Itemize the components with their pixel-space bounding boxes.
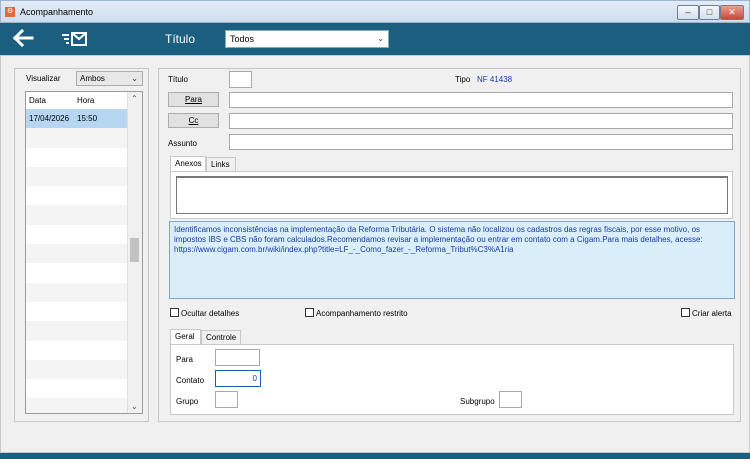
- titulo-filter-select[interactable]: Todos ⌄: [225, 30, 389, 48]
- cell-hora: 15:50: [77, 114, 98, 123]
- toolbar: Título Todos ⌄: [0, 23, 750, 55]
- detail-panel: Título Tipo NF 41438 Para Cc Assunto Ane…: [158, 68, 741, 422]
- acompanhamento-restrito-checkbox[interactable]: Acompanhamento restrito: [305, 308, 408, 319]
- window-titlebar: ⚙ Acompanhamento – □ ✕: [0, 0, 750, 23]
- close-button[interactable]: ✕: [720, 5, 744, 20]
- table-row[interactable]: [26, 359, 128, 380]
- table-row[interactable]: [26, 321, 128, 341]
- titulo-label: Título: [168, 75, 189, 84]
- acompanhamento-restrito-label: Acompanhamento restrito: [316, 309, 408, 318]
- chevron-down-icon[interactable]: ⌄: [131, 402, 138, 411]
- contato-field[interactable]: 0: [215, 370, 261, 387]
- minimize-button[interactable]: –: [677, 5, 699, 20]
- chevron-up-icon[interactable]: ⌃: [131, 94, 138, 103]
- assunto-field[interactable]: [229, 134, 733, 150]
- para-code-field[interactable]: [215, 349, 260, 366]
- table-row[interactable]: [26, 302, 128, 321]
- checkbox-box[interactable]: [170, 308, 179, 317]
- visualizar-value: Ambos: [80, 74, 105, 83]
- table-row[interactable]: [26, 263, 128, 282]
- criar-alerta-checkbox[interactable]: Criar alerta: [681, 308, 732, 319]
- maximize-button[interactable]: □: [699, 5, 720, 20]
- titulo-filter-label: Título: [165, 32, 196, 46]
- table-row[interactable]: [26, 205, 128, 225]
- titulo-filter-value: Todos: [230, 34, 255, 44]
- checkbox-box[interactable]: [681, 308, 690, 317]
- visualizar-label: Visualizar: [26, 74, 61, 83]
- grupo-field[interactable]: [215, 391, 238, 408]
- table-row[interactable]: [26, 379, 128, 398]
- para-button[interactable]: Para: [168, 92, 219, 107]
- ocultar-detalhes-checkbox[interactable]: Ocultar detalhes: [170, 308, 239, 319]
- contato-label: Contato: [176, 376, 205, 385]
- tipo-value: NF 41438: [477, 75, 513, 84]
- table-row[interactable]: [26, 398, 128, 413]
- cell-data: 17/04/2026: [29, 114, 70, 123]
- tab-anexos[interactable]: Anexos: [170, 156, 206, 171]
- content-area: Visualizar Ambos ⌄ Data Hora 17/04/2026 1…: [0, 55, 750, 453]
- cc-button[interactable]: Cc: [168, 113, 219, 128]
- window-title: Acompanhamento: [20, 7, 94, 17]
- table-row[interactable]: [26, 128, 128, 148]
- grid-header: Data Hora: [26, 92, 128, 108]
- list-compose-icon: [62, 32, 87, 46]
- assunto-label: Assunto: [168, 139, 197, 148]
- tab-controle[interactable]: Controle: [201, 330, 241, 344]
- table-row[interactable]: [26, 186, 128, 205]
- chevron-down-icon: ⌄: [377, 34, 384, 43]
- grupo-label: Grupo: [176, 397, 199, 406]
- geral-panel: Para Contato 0 Grupo Subgrupo: [170, 344, 734, 415]
- table-row[interactable]: [26, 166, 128, 187]
- anexos-panel: [170, 171, 733, 219]
- chevron-down-icon: ⌄: [131, 74, 138, 83]
- table-row[interactable]: [26, 148, 128, 167]
- column-header-hora[interactable]: Hora: [77, 96, 94, 105]
- visualizar-select[interactable]: Ambos ⌄: [76, 71, 143, 86]
- column-header-data[interactable]: Data: [29, 96, 46, 105]
- grid-rows: 17/04/2026 15:50: [26, 109, 128, 413]
- app-icon: ⚙: [5, 7, 15, 17]
- history-grid: Data Hora 17/04/2026 15:50 ⌃ ⌄: [25, 91, 143, 414]
- criar-alerta-label: Criar alerta: [692, 309, 732, 318]
- table-row[interactable]: [26, 282, 128, 302]
- para-field[interactable]: [229, 92, 733, 108]
- subgrupo-field[interactable]: [499, 391, 522, 408]
- para-label: Para: [176, 355, 193, 364]
- history-panel: Visualizar Ambos ⌄ Data Hora 17/04/2026 1…: [14, 68, 149, 422]
- table-row[interactable]: 17/04/2026 15:50: [26, 109, 128, 129]
- grid-scrollbar[interactable]: ⌃ ⌄: [127, 92, 142, 413]
- window-bottom-border: [0, 453, 750, 459]
- titulo-field[interactable]: [229, 71, 252, 88]
- arrow-left-icon: [12, 28, 34, 48]
- scrollbar-thumb[interactable]: [130, 238, 139, 262]
- tab-geral[interactable]: Geral: [170, 329, 201, 344]
- compose-button[interactable]: [60, 29, 90, 49]
- back-button[interactable]: [12, 28, 36, 50]
- subgrupo-label: Subgrupo: [460, 397, 495, 406]
- tipo-label: Tipo: [455, 75, 471, 84]
- table-row[interactable]: [26, 244, 128, 264]
- details-textarea[interactable]: Identificamos inconsistências na impleme…: [169, 221, 735, 299]
- checkbox-box[interactable]: [305, 308, 314, 317]
- anexos-list[interactable]: [176, 176, 728, 214]
- table-row[interactable]: [26, 225, 128, 244]
- ocultar-detalhes-label: Ocultar detalhes: [181, 309, 240, 318]
- tab-links[interactable]: Links: [206, 157, 236, 171]
- cc-field[interactable]: [229, 113, 733, 129]
- table-row[interactable]: [26, 341, 128, 360]
